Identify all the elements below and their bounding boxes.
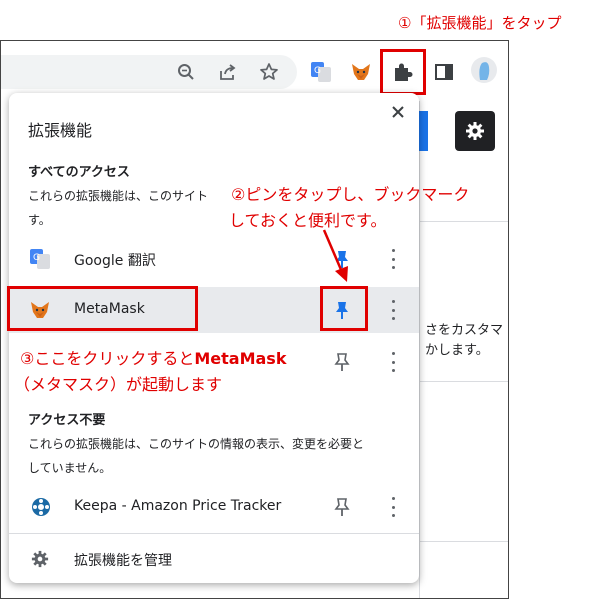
google-translate-icon: G [30,249,50,269]
side-panel-icon[interactable] [429,57,459,87]
more-options-icon[interactable] [390,497,396,517]
share-icon[interactable] [213,57,243,87]
annotation-step3-bold: MetaMask [194,349,287,368]
annotation-step3: ③ここをクリックするとMetaMask [20,345,286,369]
manage-extensions-label: 拡張機能を管理 [74,553,172,569]
pin-outline-icon[interactable] [331,496,353,518]
highlight-extensions-button [380,49,426,95]
divider [9,533,419,534]
divider [420,221,508,222]
page-text-line1: さをカスタマ [425,323,504,338]
section-no-access-description: していません。 [28,461,112,475]
section-no-access-heading: アクセス不要 [28,413,106,428]
section-full-access-heading: すべてのアクセス [28,165,130,180]
zoom-icon[interactable] [171,57,201,87]
extension-name: Keepa - Amazon Price Tracker [74,498,282,514]
annotation-step2: ②ピンをタップし、ブックマーク [231,185,470,204]
extension-row-keepa[interactable]: Keepa - Amazon Price Tracker [9,484,419,530]
bookmark-star-icon[interactable] [254,57,284,87]
svg-text:G: G [314,66,321,76]
keepa-icon [32,498,50,516]
highlight-pin-button [320,286,368,331]
popup-title: 拡張機能 [28,121,93,140]
divider [420,541,508,542]
more-options-icon[interactable] [390,249,396,269]
address-bar[interactable] [1,55,297,89]
profile-avatar-icon[interactable] [469,55,499,85]
annotation-step2: しておくと便利です。 [229,211,387,230]
right-side-panel: さをカスタマ かします。 [418,101,508,598]
gear-icon [31,550,49,568]
pin-outline-icon[interactable] [331,351,353,373]
svg-text:G: G [33,253,40,263]
close-icon [392,106,404,118]
close-button[interactable] [389,103,407,121]
section-full-access-description: す。 [28,213,51,227]
settings-gear-button[interactable] [455,111,495,151]
blue-button-edge[interactable] [418,111,428,151]
arrow-annotation [322,229,348,282]
more-options-icon[interactable] [390,352,396,372]
more-options-icon[interactable] [390,300,396,320]
google-translate-toolbar-icon[interactable]: G [306,57,336,87]
manage-extensions-link[interactable]: 拡張機能を管理 [9,537,419,583]
divider [420,381,508,382]
annotation-step3-text: ③ここをクリックすると [20,349,195,368]
extensions-popup: 拡張機能 すべてのアクセス これらの拡張機能は、このサイト す。 G Googl… [9,93,419,583]
gear-icon [466,122,484,140]
annotation-step3: （メタマスク）が起動します [14,375,223,394]
page-text-line2: かします。 [425,343,489,358]
highlight-metamask-row [7,286,198,331]
browser-toolbar: G [1,41,508,101]
annotation-step1: ①「拡張機能」をタップ [398,14,562,32]
section-full-access-description: これらの拡張機能は、このサイト [28,189,209,203]
extension-name: Google 翻訳 [74,253,156,269]
section-no-access-description: これらの拡張機能は、このサイトの情報の表示、変更を必要と [28,437,365,451]
metamask-toolbar-icon[interactable] [346,57,376,87]
